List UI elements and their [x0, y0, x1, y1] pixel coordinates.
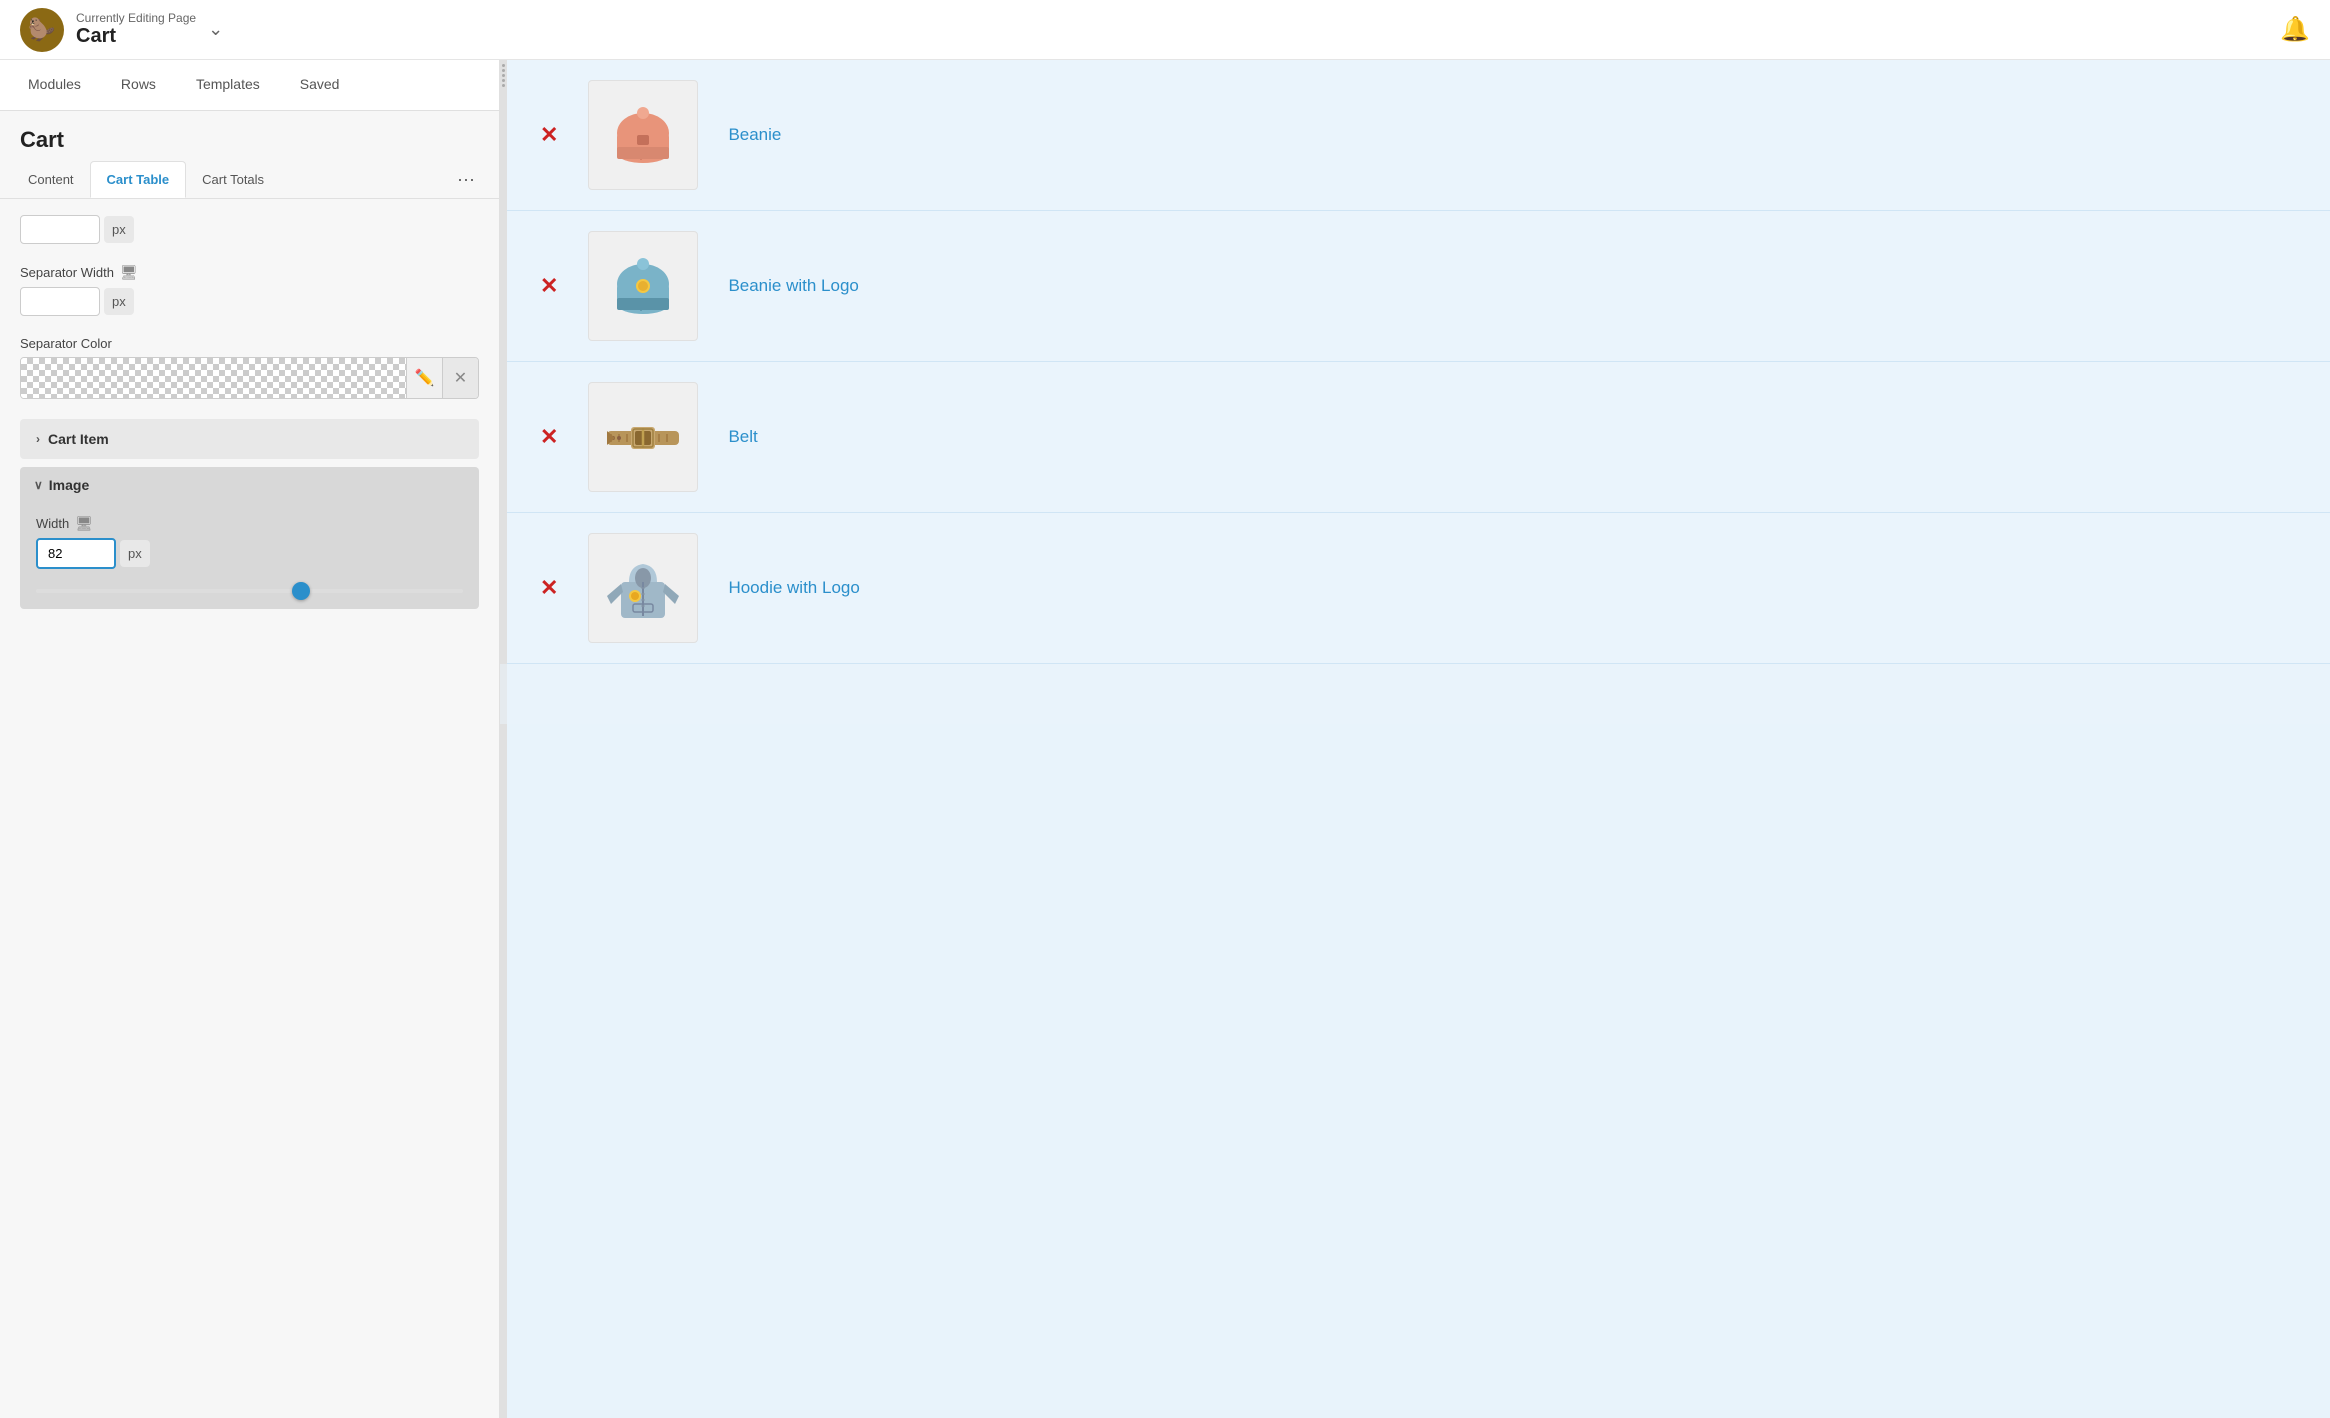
eyedropper-button[interactable]: ✏️: [406, 358, 442, 398]
monitor-icon: 🖥: [120, 264, 138, 281]
tab-modules[interactable]: Modules: [8, 60, 101, 110]
remove-belt-button[interactable]: ✕: [540, 424, 558, 450]
cart-item-partial: [500, 664, 2330, 724]
header: 🦫 Currently Editing Page Cart ⌄ 🔔: [0, 0, 2330, 60]
field-top-px: px: [20, 215, 479, 244]
cart-item-accordion-header[interactable]: › Cart Item: [20, 419, 479, 459]
logo-icon: 🦫: [20, 8, 64, 52]
sub-tabs-row: Content Cart Table Cart Totals ···: [0, 161, 499, 199]
image-width-monitor-icon: 🖥: [75, 515, 93, 532]
beanie-logo-product-image: [588, 231, 698, 341]
cart-item-belt: ✕: [500, 362, 2330, 513]
scroll-indicator: [500, 60, 507, 1418]
sep-width-px-unit: px: [104, 288, 134, 315]
image-width-field: Width 🖥 px: [36, 515, 463, 569]
cart-item-accordion[interactable]: › Cart Item: [20, 419, 479, 459]
beanie-product-name: Beanie: [728, 125, 2290, 145]
belt-product-name: Belt: [728, 427, 2290, 447]
image-accordion-content: Width 🖥 px: [20, 503, 479, 609]
belt-product-image: [588, 382, 698, 492]
beanie-pink-illustration: [603, 95, 683, 175]
separator-width-field: Separator Width 🖥 px: [20, 264, 479, 316]
header-subtitle: Currently Editing Page: [76, 11, 196, 25]
image-accordion-header[interactable]: ∨ Image: [20, 467, 479, 503]
cart-item-beanie: ✕: [500, 60, 2330, 211]
top-value-input[interactable]: [20, 215, 100, 244]
bell-icon[interactable]: 🔔: [2280, 15, 2310, 44]
image-width-slider[interactable]: [36, 589, 463, 593]
chevron-down-icon[interactable]: ⌄: [208, 19, 223, 40]
color-checker-pattern[interactable]: [21, 358, 406, 398]
left-panel: Modules Rows Templates Saved Cart Conten…: [0, 60, 500, 1418]
cart-item-beanie-logo: ✕: [500, 211, 2330, 362]
separator-width-input[interactable]: [20, 287, 100, 316]
right-panel: ✕: [500, 60, 2330, 1418]
main-layout: Modules Rows Templates Saved Cart Conten…: [0, 60, 2330, 1418]
tab-templates[interactable]: Templates: [176, 60, 280, 110]
slider-track: [36, 589, 463, 593]
image-width-px-unit: px: [120, 540, 150, 567]
remove-beanie-button[interactable]: ✕: [540, 122, 558, 148]
header-left: 🦫 Currently Editing Page Cart ⌄: [20, 8, 223, 52]
tab-saved[interactable]: Saved: [280, 60, 360, 110]
remove-hoodie-button[interactable]: ✕: [540, 575, 558, 601]
hoodie-product-name: Hoodie with Logo: [728, 578, 2290, 598]
slider-thumb[interactable]: [292, 582, 310, 600]
beanie-logo-product-name: Beanie with Logo: [728, 276, 2290, 296]
panel-content: px Separator Width 🖥 px Separ: [0, 199, 499, 1418]
cart-item-chevron-icon: ›: [36, 432, 40, 446]
image-accordion-label: Image: [49, 477, 89, 493]
separator-color-field: Separator Color ✏️ ✕: [20, 336, 479, 399]
header-title-group: Currently Editing Page Cart: [76, 11, 196, 48]
color-picker-row[interactable]: ✏️ ✕: [20, 357, 479, 399]
beanie-product-image: [588, 80, 698, 190]
separator-width-label: Separator Width 🖥: [20, 264, 479, 281]
clear-color-button[interactable]: ✕: [442, 358, 478, 398]
image-chevron-icon: ∨: [34, 478, 43, 492]
beanie-blue-illustration: [603, 246, 683, 326]
image-width-input[interactable]: [36, 538, 116, 569]
cart-item-accordion-label: Cart Item: [48, 431, 109, 447]
cart-item-hoodie: ✕: [500, 513, 2330, 664]
remove-beanie-logo-button[interactable]: ✕: [540, 273, 558, 299]
header-title: Cart: [76, 25, 196, 48]
sub-tab-content[interactable]: Content: [12, 162, 90, 197]
top-px-unit: px: [104, 216, 134, 243]
image-width-label: Width 🖥: [36, 515, 463, 532]
left-panel-wrapper: Modules Rows Templates Saved Cart Conten…: [0, 60, 500, 1418]
tab-rows[interactable]: Rows: [101, 60, 176, 110]
separator-color-label: Separator Color: [20, 336, 479, 351]
panel-title: Cart: [0, 111, 499, 161]
hoodie-illustration: [603, 548, 683, 628]
more-options-button[interactable]: ···: [445, 161, 487, 198]
image-accordion[interactable]: ∨ Image Width 🖥 px: [20, 467, 479, 609]
belt-illustration: [603, 397, 683, 477]
hoodie-product-image: [588, 533, 698, 643]
sub-tab-cart-table[interactable]: Cart Table: [90, 161, 187, 198]
top-tabs-row: Modules Rows Templates Saved: [0, 60, 499, 111]
sub-tab-cart-totals[interactable]: Cart Totals: [186, 162, 280, 197]
